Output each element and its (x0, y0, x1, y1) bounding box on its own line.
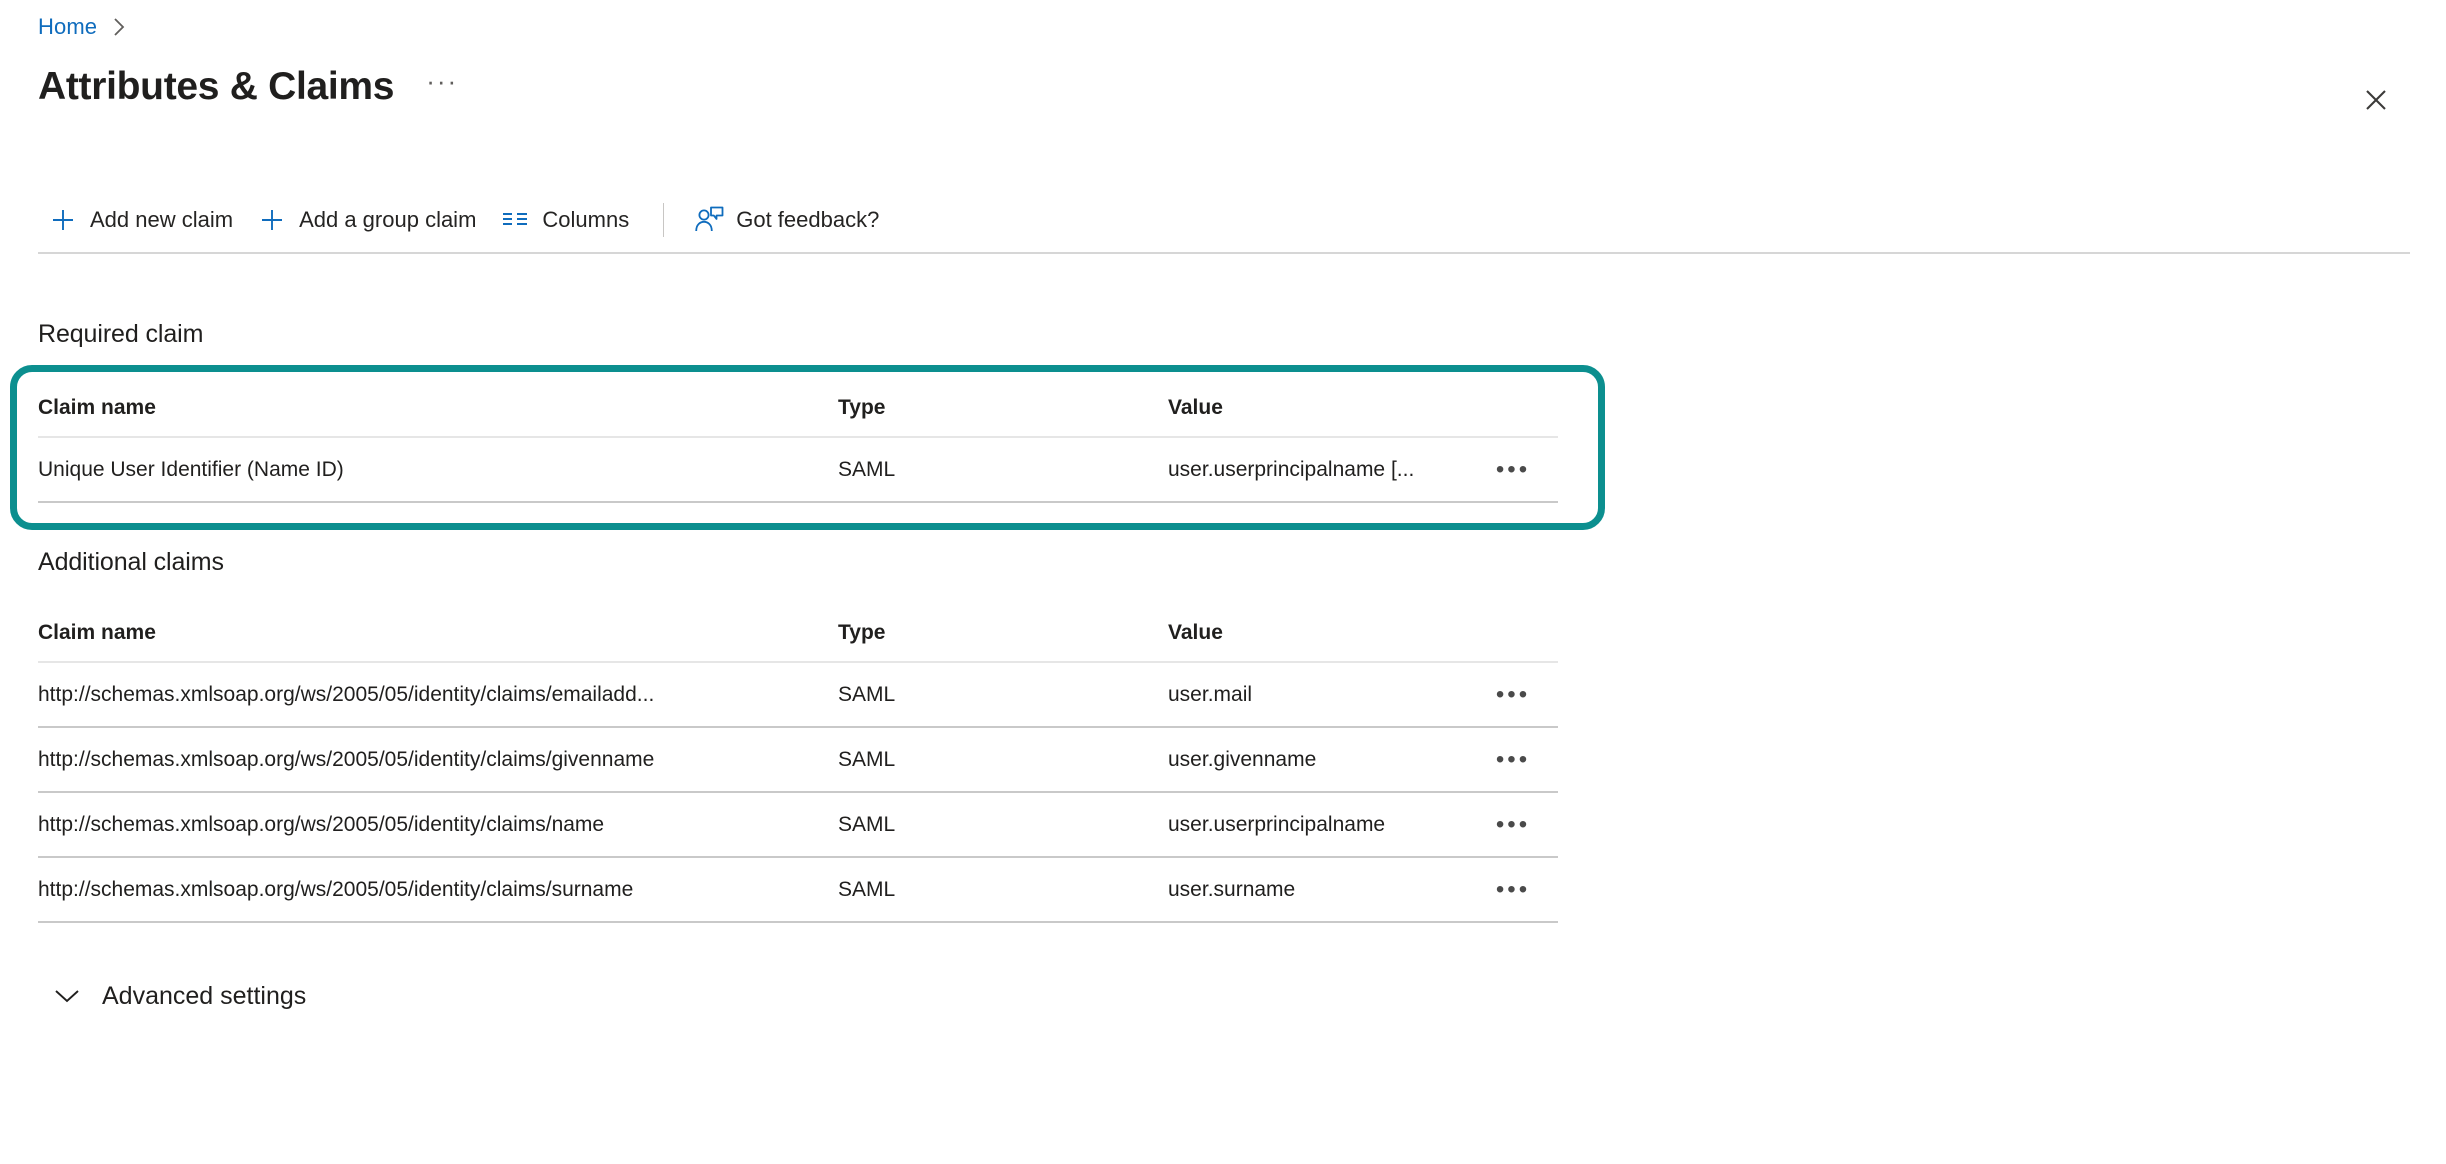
advanced-settings-toggle[interactable]: Advanced settings (50, 975, 306, 1017)
plus-icon (257, 205, 287, 235)
row-more-actions-button[interactable]: ••• (1496, 755, 1530, 765)
toolbar-divider (663, 203, 664, 237)
table-row[interactable]: http://schemas.xmlsoap.org/ws/2005/05/id… (38, 858, 1558, 923)
columns-icon (500, 205, 530, 235)
cell-claim-name: http://schemas.xmlsoap.org/ws/2005/05/id… (38, 813, 838, 837)
page-title: Attributes & Claims (38, 64, 394, 110)
add-new-claim-button[interactable]: Add new claim (38, 198, 247, 242)
row-more-actions-button[interactable]: ••• (1496, 885, 1530, 895)
table-row[interactable]: Unique User Identifier (Name ID) SAML us… (38, 438, 1558, 503)
row-actions[interactable]: ••• (1468, 690, 1558, 700)
cell-claim-name: http://schemas.xmlsoap.org/ws/2005/05/id… (38, 878, 838, 902)
cell-type: SAML (838, 748, 1168, 772)
columns-label: Columns (542, 207, 629, 233)
cell-claim-name: http://schemas.xmlsoap.org/ws/2005/05/id… (38, 683, 838, 707)
toolbar-divider-rule (38, 252, 2410, 254)
columns-button[interactable]: Columns (490, 198, 643, 242)
required-claim-heading: Required claim (38, 320, 203, 349)
additional-claims-table: Claim name Type Value http://schemas.xml… (38, 605, 1558, 923)
column-header-claim-name[interactable]: Claim name (38, 621, 838, 645)
breadcrumb: Home (38, 12, 127, 42)
additional-claims-heading: Additional claims (38, 548, 224, 577)
cell-type: SAML (838, 458, 1168, 482)
table-row[interactable]: http://schemas.xmlsoap.org/ws/2005/05/id… (38, 663, 1558, 728)
got-feedback-button[interactable]: Got feedback? (684, 198, 893, 242)
row-more-actions-button[interactable]: ••• (1496, 690, 1530, 700)
required-claims-table: Claim name Type Value Unique User Identi… (38, 380, 1558, 503)
chevron-down-icon (50, 979, 84, 1013)
page-title-row: Attributes & Claims ··· (38, 62, 458, 112)
row-more-actions-button[interactable]: ••• (1496, 820, 1530, 830)
command-bar: Add new claim Add a group claim Columns (38, 198, 893, 242)
cell-type: SAML (838, 683, 1168, 707)
column-header-type[interactable]: Type (838, 621, 1168, 645)
add-group-claim-label: Add a group claim (299, 207, 476, 233)
add-group-claim-button[interactable]: Add a group claim (247, 198, 490, 242)
cell-type: SAML (838, 813, 1168, 837)
feedback-person-icon (694, 205, 724, 235)
close-icon (2363, 87, 2389, 113)
got-feedback-label: Got feedback? (736, 207, 879, 233)
table-row[interactable]: http://schemas.xmlsoap.org/ws/2005/05/id… (38, 793, 1558, 858)
cell-value: user.userprincipalname [... (1168, 458, 1468, 482)
cell-value: user.mail (1168, 683, 1468, 707)
column-header-type[interactable]: Type (838, 396, 1168, 420)
column-header-claim-name[interactable]: Claim name (38, 396, 838, 420)
breadcrumb-item-home[interactable]: Home (38, 14, 97, 40)
column-header-value[interactable]: Value (1168, 396, 1468, 420)
close-button[interactable] (2356, 80, 2396, 120)
table-row[interactable]: http://schemas.xmlsoap.org/ws/2005/05/id… (38, 728, 1558, 793)
plus-icon (48, 205, 78, 235)
row-more-actions-button[interactable]: ••• (1496, 465, 1530, 475)
row-actions[interactable]: ••• (1468, 755, 1558, 765)
table-header-row: Claim name Type Value (38, 605, 1558, 663)
chevron-right-icon (111, 15, 127, 39)
cell-value: user.userprincipalname (1168, 813, 1468, 837)
row-actions[interactable]: ••• (1468, 885, 1558, 895)
row-actions[interactable]: ••• (1468, 820, 1558, 830)
table-header-row: Claim name Type Value (38, 380, 1558, 438)
cell-type: SAML (838, 878, 1168, 902)
row-actions[interactable]: ••• (1468, 465, 1558, 475)
attributes-claims-blade: Home Attributes & Claims ··· Add new cla… (0, 0, 2446, 1164)
cell-claim-name: http://schemas.xmlsoap.org/ws/2005/05/id… (38, 748, 838, 772)
cell-claim-name: Unique User Identifier (Name ID) (38, 458, 838, 482)
cell-value: user.givenname (1168, 748, 1468, 772)
page-more-actions-button[interactable]: ··· (426, 71, 458, 91)
add-new-claim-label: Add new claim (90, 207, 233, 233)
cell-value: user.surname (1168, 878, 1468, 902)
column-header-value[interactable]: Value (1168, 621, 1468, 645)
advanced-settings-label: Advanced settings (102, 982, 306, 1011)
